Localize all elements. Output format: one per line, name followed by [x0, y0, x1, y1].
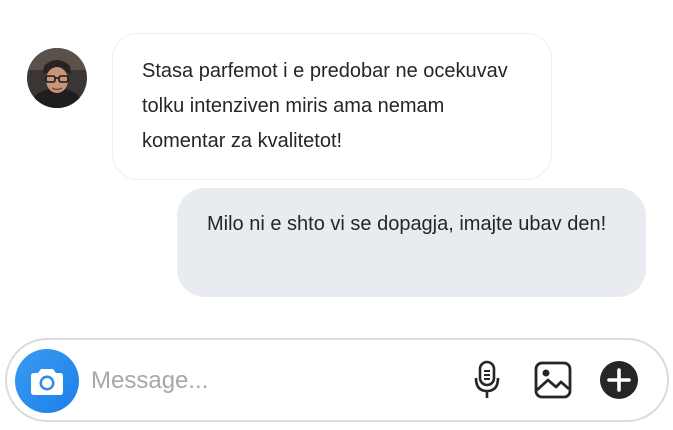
direct-message-thread: Stasa parfemot i e predobar ne ocekuvav …	[0, 0, 673, 430]
avatar[interactable]	[27, 48, 87, 108]
incoming-message-bubble[interactable]: Stasa parfemot i e predobar ne ocekuvav …	[112, 33, 552, 180]
voice-message-button[interactable]	[467, 360, 507, 400]
microphone-icon	[474, 360, 500, 398]
message-composer	[5, 338, 669, 422]
gallery-button[interactable]	[533, 360, 573, 400]
message-text: Stasa parfemot i e predobar ne ocekuvav …	[142, 60, 508, 152]
message-text: Milo ni e shto vi se dopagja, imajte uba…	[207, 213, 607, 235]
message-input[interactable]	[91, 362, 451, 400]
image-icon	[534, 361, 572, 399]
user-photo-icon	[27, 48, 87, 108]
outgoing-message-bubble[interactable]: Milo ni e shto vi se dopagja, imajte uba…	[177, 188, 646, 297]
add-button[interactable]	[599, 360, 639, 400]
plus-circle-icon	[600, 361, 638, 399]
camera-button[interactable]	[15, 349, 79, 413]
camera-icon	[31, 369, 63, 395]
